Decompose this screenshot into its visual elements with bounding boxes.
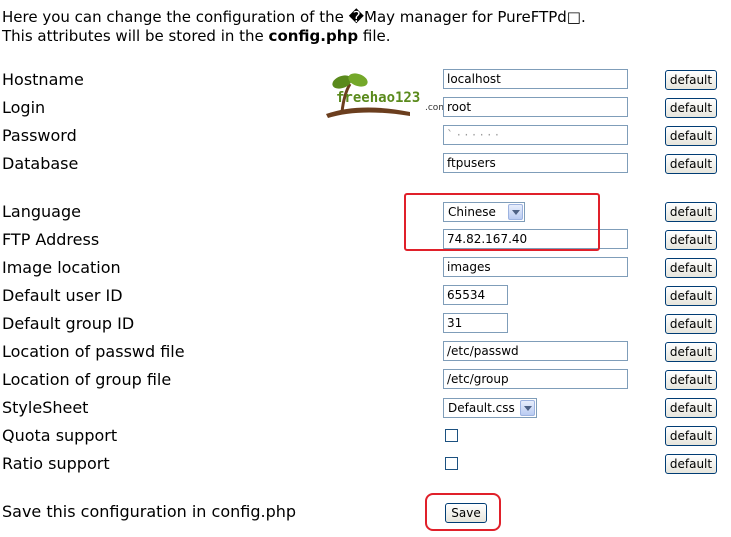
login-input[interactable]: root [443,97,628,117]
default-gid-input[interactable]: 31 [443,313,508,333]
default-uid-default-button[interactable]: default [665,286,717,306]
hostname-label: Hostname [2,70,84,89]
intro-line-2: This attributes will be stored in the co… [2,27,586,46]
database-label: Database [2,154,79,173]
stylesheet-label: StyleSheet [2,398,89,417]
stylesheet-select[interactable]: Default.css [443,398,537,418]
passwd-file-input[interactable]: /etc/passwd [443,341,628,361]
ftp-address-default-button[interactable]: default [665,230,717,250]
logo-wordmark: freehao123 [336,90,421,106]
ratio-checkbox[interactable] [445,457,458,470]
login-label: Login [2,98,46,117]
default-uid-input[interactable]: 65534 [443,285,508,305]
image-location-input[interactable]: images [443,257,628,277]
ratio-label: Ratio support [2,454,110,473]
intro-line-2-suffix: file. [358,27,391,45]
default-gid-default-button[interactable]: default [665,314,717,334]
database-default-button[interactable]: default [665,154,717,174]
highlight-box-language [404,193,600,251]
quota-label: Quota support [2,426,118,445]
database-input[interactable]: ftpusers [443,153,628,173]
password-default-button[interactable]: default [665,126,717,146]
hostname-default-button[interactable]: default [665,70,717,90]
password-input[interactable]: ` · · · · · · [443,125,628,145]
highlight-box-save [425,493,501,531]
image-location-default-button[interactable]: default [665,258,717,278]
stylesheet-select-value: Default.css [448,401,515,415]
intro-line-1: Here you can change the configuration of… [2,8,586,26]
language-default-button[interactable]: default [665,202,717,222]
group-file-default-button[interactable]: default [665,370,717,390]
login-default-button[interactable]: default [665,98,717,118]
quota-default-button[interactable]: default [665,426,717,446]
hostname-input[interactable]: localhost [443,69,628,89]
intro-text: Here you can change the configuration of… [2,8,586,46]
passwd-file-default-button[interactable]: default [665,342,717,362]
config-file-name: config.php [268,27,359,45]
language-label: Language [2,202,81,221]
ftp-address-label: FTP Address [2,230,100,249]
ratio-default-button[interactable]: default [665,454,717,474]
default-uid-label: Default user ID [2,286,123,305]
chevron-down-icon[interactable] [520,400,535,416]
group-file-input[interactable]: /etc/group [443,369,628,389]
image-location-label: Image location [2,258,121,277]
passwd-file-label: Location of passwd file [2,342,185,361]
group-file-label: Location of group file [2,370,172,389]
quota-checkbox[interactable] [445,429,458,442]
password-label: Password [2,126,77,145]
default-gid-label: Default group ID [2,314,135,333]
stylesheet-default-button[interactable]: default [665,398,717,418]
intro-line-2-prefix: This attributes will be stored in the [2,27,269,45]
save-label: Save this configuration in config.php [2,502,297,521]
